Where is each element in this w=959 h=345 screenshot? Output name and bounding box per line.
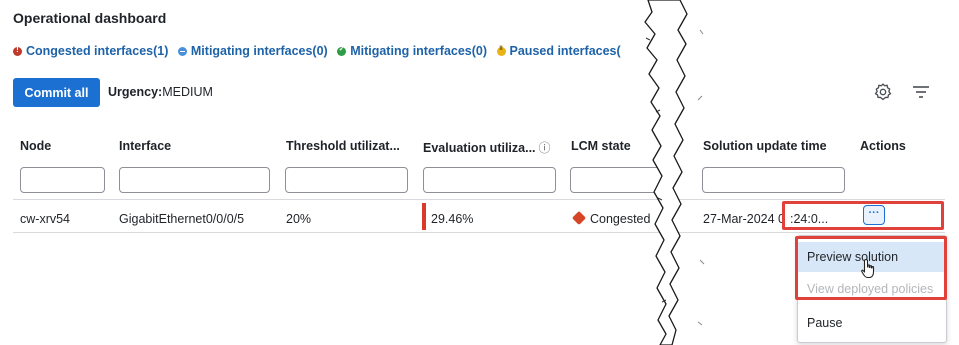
torn-page-divider <box>644 0 705 345</box>
